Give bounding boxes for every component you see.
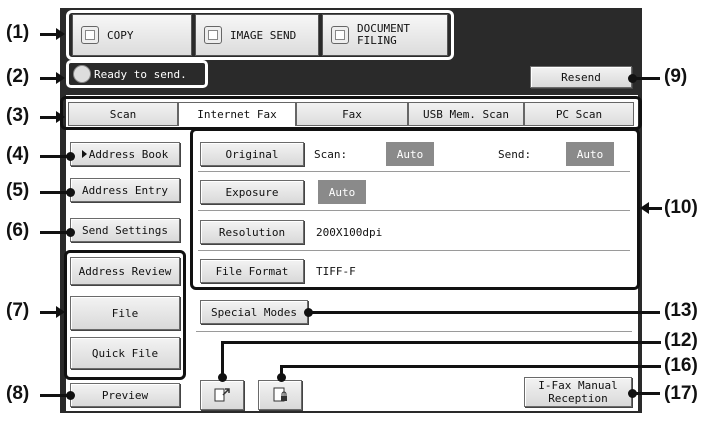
panel-divider (196, 331, 632, 332)
doc-arrow-icon (214, 388, 230, 402)
mode-tab-label: COPY (107, 28, 134, 42)
callout-9: (9) (664, 66, 688, 87)
tab-pc-scan[interactable]: PC Scan (524, 102, 634, 126)
callout-6: (6) (6, 220, 30, 241)
callout-1: (1) (6, 22, 30, 43)
file-format-button[interactable]: File Format (200, 259, 304, 283)
copy-icon (81, 26, 99, 44)
file-format-value: TIFF-F (316, 265, 356, 278)
callout-17: (17) (664, 383, 698, 404)
callout-8: (8) (6, 383, 30, 404)
triangle-icon (81, 150, 87, 158)
send-settings-button[interactable]: Send Settings (70, 218, 180, 242)
callout-13: (13) (664, 300, 698, 321)
preview-button[interactable]: Preview (70, 383, 180, 407)
status-text: Ready to send. (94, 67, 187, 81)
resolution-value: 200X100dpi (316, 226, 383, 239)
address-review-button[interactable]: Address Review (70, 257, 180, 285)
callout-5: (5) (6, 180, 30, 201)
tab-internet-fax[interactable]: Internet Fax (178, 102, 296, 126)
status-message-box: Ready to send. (66, 60, 208, 88)
callout-3: (3) (6, 105, 30, 126)
status-icon (73, 65, 91, 83)
scan-value: Auto (386, 142, 434, 166)
resend-button[interactable]: Resend (530, 66, 632, 88)
callout-10: (10) (664, 197, 698, 218)
scan-to-file-button[interactable] (200, 380, 244, 410)
mode-tab-copy[interactable]: COPY (72, 14, 192, 56)
exposure-value: Auto (318, 180, 366, 204)
mode-tab-label: IMAGE SEND (230, 28, 297, 42)
mode-tab-label: DOCUMENT FILING (357, 22, 410, 47)
document-filing-icon (331, 26, 349, 44)
address-entry-button[interactable]: Address Entry (70, 178, 180, 202)
settings-divider (198, 250, 630, 251)
send-label: Send: (498, 148, 532, 161)
callout-16: (16) (664, 355, 698, 376)
callout-2: (2) (6, 66, 30, 87)
image-send-icon (204, 26, 222, 44)
callout-4: (4) (6, 144, 30, 165)
address-book-button[interactable]: Address Book (70, 142, 180, 166)
tab-scan[interactable]: Scan (68, 102, 178, 126)
exposure-button[interactable]: Exposure (200, 180, 304, 204)
special-modes-button[interactable]: Special Modes (200, 300, 308, 324)
address-book-label: Address Book (88, 147, 169, 161)
callout-7: (7) (6, 300, 30, 321)
doc-lock-icon (273, 387, 287, 402)
resolution-button[interactable]: Resolution (200, 220, 304, 244)
send-value: Auto (566, 142, 614, 166)
tab-usb-mem-scan[interactable]: USB Mem. Scan (408, 102, 524, 126)
doc-settings-button[interactable] (258, 380, 302, 410)
settings-divider (198, 171, 630, 172)
original-button[interactable]: Original (200, 142, 304, 166)
mode-tab-image-send[interactable]: IMAGE SEND (195, 14, 319, 56)
scan-label: Scan: (314, 148, 348, 161)
mode-tab-document-filing[interactable]: DOCUMENT FILING (322, 14, 448, 56)
tab-fax[interactable]: Fax (296, 102, 408, 126)
quick-file-button[interactable]: Quick File (70, 337, 180, 369)
ifax-manual-reception-button[interactable]: I-Fax Manual Reception (524, 377, 632, 407)
file-button[interactable]: File (70, 296, 180, 330)
settings-divider (198, 210, 630, 211)
callout-12: (12) (664, 330, 698, 351)
